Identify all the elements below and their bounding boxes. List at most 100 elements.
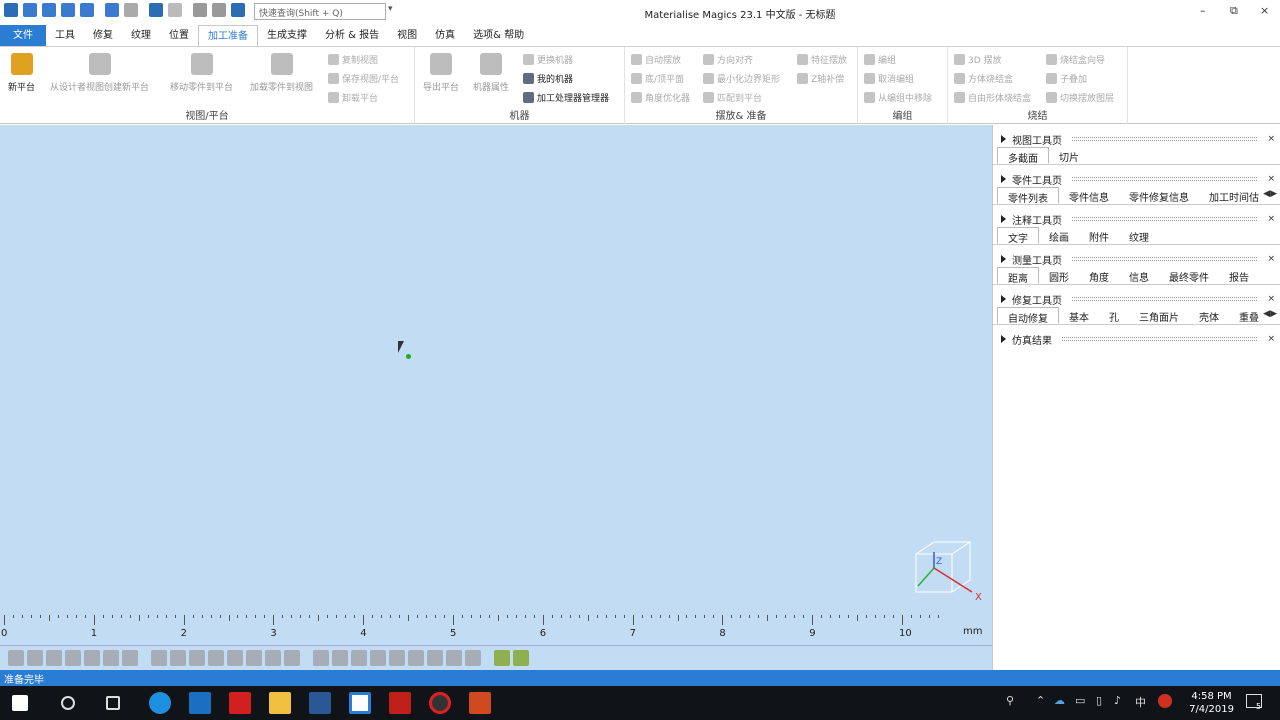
render-a-icon[interactable] bbox=[494, 650, 510, 666]
tray-expand-icon[interactable]: ⌃ bbox=[1036, 694, 1045, 707]
view-front-icon[interactable] bbox=[103, 650, 119, 666]
auto-place-button[interactable]: 自动摆放 bbox=[631, 53, 681, 66]
switch-layer-button[interactable]: 切换摆放图层 bbox=[1046, 91, 1114, 104]
task-view-icon[interactable] bbox=[106, 696, 120, 710]
group-button[interactable]: 编组 bbox=[864, 53, 896, 66]
part-icon[interactable] bbox=[193, 3, 207, 17]
close-icon[interactable]: × bbox=[1267, 294, 1280, 304]
tab-distance[interactable]: 距离 bbox=[997, 267, 1039, 285]
scroll-tabs-icon[interactable]: ◀▶ bbox=[1263, 309, 1277, 319]
close-icon[interactable]: × bbox=[1267, 214, 1280, 224]
bottom-top-plane-button[interactable]: 底/顶平面 bbox=[631, 72, 684, 85]
tab-triangles[interactable]: 三角面片 bbox=[1129, 307, 1189, 324]
scroll-tabs-icon[interactable]: ◀▶ bbox=[1263, 189, 1277, 199]
change-machine-button[interactable]: 更换机器 bbox=[523, 53, 573, 66]
windows-start-icon[interactable] bbox=[12, 695, 28, 711]
new-platform-button[interactable]: 新平台 bbox=[8, 53, 35, 93]
move-to-platform-button[interactable]: 移动零件到平台 bbox=[170, 53, 233, 93]
restore-button[interactable]: ⧉ bbox=[1230, 4, 1238, 18]
people-icon[interactable]: ⚲ bbox=[1006, 694, 1014, 707]
tab-final-part[interactable]: 最终零件 bbox=[1159, 267, 1219, 284]
youdao-icon[interactable] bbox=[229, 692, 251, 714]
close-icon[interactable]: × bbox=[1267, 174, 1280, 184]
box-sinter-button[interactable]: 方体烧结盒 bbox=[954, 72, 1013, 85]
expand-icon[interactable] bbox=[1001, 135, 1006, 143]
search-dropdown-icon[interactable]: ▾ bbox=[388, 4, 393, 14]
mesh-b-icon[interactable] bbox=[351, 650, 367, 666]
save-icon[interactable] bbox=[61, 3, 75, 17]
copy-view-button[interactable]: 复制视图 bbox=[328, 53, 378, 66]
tab-part-info[interactable]: 零件信息 bbox=[1059, 187, 1119, 204]
create-from-designer-button[interactable]: 从设计者视图创建新平台 bbox=[50, 53, 149, 93]
mesh-g-icon[interactable] bbox=[446, 650, 462, 666]
file-explorer-icon[interactable] bbox=[269, 692, 291, 714]
save-as-icon[interactable] bbox=[80, 3, 94, 17]
redo-icon[interactable] bbox=[168, 3, 182, 17]
tab-simulation[interactable]: 仿真 bbox=[426, 25, 464, 46]
mesh-d-icon[interactable] bbox=[389, 650, 405, 666]
minimize-button[interactable]: – bbox=[1200, 4, 1206, 17]
powerpoint-icon[interactable] bbox=[469, 692, 491, 714]
acrobat-icon[interactable] bbox=[389, 692, 411, 714]
zoom-window-icon[interactable] bbox=[27, 650, 43, 666]
tab-build-time[interactable]: 加工时间估 bbox=[1199, 187, 1269, 204]
expand-icon[interactable] bbox=[1001, 295, 1006, 303]
mesh-c-icon[interactable] bbox=[370, 650, 386, 666]
close-button[interactable]: × bbox=[1260, 4, 1269, 17]
onedrive-icon[interactable]: ☁ bbox=[1054, 694, 1065, 707]
ime-indicator[interactable]: 中 bbox=[1135, 694, 1146, 710]
match-platform-button[interactable]: 匹配到平台 bbox=[703, 91, 762, 104]
render-b-icon[interactable] bbox=[513, 650, 529, 666]
tab-options-help[interactable]: 选项& 帮助 bbox=[464, 25, 533, 46]
tab-angle[interactable]: 角度 bbox=[1079, 267, 1119, 284]
import-icon[interactable] bbox=[105, 3, 119, 17]
section-header[interactable]: 零件工具页 × bbox=[993, 171, 1280, 187]
tab-analysis[interactable]: 分析 & 报告 bbox=[316, 25, 388, 46]
tab-slice[interactable]: 切片 bbox=[1049, 147, 1089, 164]
search-tool-icon[interactable] bbox=[231, 3, 245, 17]
platform-icon[interactable] bbox=[212, 3, 226, 17]
section-header[interactable]: 测量工具页 × bbox=[993, 251, 1280, 267]
mesh-h-icon[interactable] bbox=[465, 650, 481, 666]
tab-drawing[interactable]: 绘画 bbox=[1039, 227, 1079, 244]
zoom-icon[interactable] bbox=[8, 650, 24, 666]
expand-icon[interactable] bbox=[1001, 175, 1006, 183]
tab-tools[interactable]: 工具 bbox=[46, 25, 84, 46]
ungroup-button[interactable]: 取消编组 bbox=[864, 72, 914, 85]
zoom-fit-icon[interactable] bbox=[65, 650, 81, 666]
rect-icon[interactable] bbox=[227, 650, 243, 666]
tab-report[interactable]: 报告 bbox=[1219, 267, 1259, 284]
mesh-e-icon[interactable] bbox=[408, 650, 424, 666]
shape-b-icon[interactable] bbox=[170, 650, 186, 666]
image-icon[interactable] bbox=[284, 650, 300, 666]
sogou-icon[interactable] bbox=[1158, 694, 1172, 708]
my-machines-button[interactable]: 我的机器 bbox=[523, 72, 573, 85]
processor-manager-button[interactable]: 加工处理器管理器 bbox=[523, 91, 609, 104]
machine-props-button[interactable]: 机器属性 bbox=[473, 53, 509, 93]
tab-view[interactable]: 视图 bbox=[388, 25, 426, 46]
min-bounding-box-button[interactable]: 最小化边界矩形 bbox=[703, 72, 780, 85]
recorder-icon[interactable] bbox=[429, 692, 451, 714]
tab-support[interactable]: 生成支撑 bbox=[258, 25, 316, 46]
freeform-sinter-button[interactable]: 自由形体烧结盒 bbox=[954, 91, 1031, 104]
view-box-icon[interactable] bbox=[122, 650, 138, 666]
close-icon[interactable]: × bbox=[1267, 134, 1280, 144]
3d-viewport[interactable] bbox=[0, 125, 992, 615]
tab-attachment[interactable]: 附件 bbox=[1079, 227, 1119, 244]
mesh-f-icon[interactable] bbox=[427, 650, 443, 666]
section-header[interactable]: 视图工具页 × bbox=[993, 131, 1280, 147]
tab-build-prep[interactable]: 加工准备 bbox=[198, 24, 258, 47]
volume-icon[interactable]: ♪ bbox=[1114, 694, 1121, 707]
triangle-a-icon[interactable] bbox=[151, 650, 167, 666]
unload-platform-button[interactable]: 卸载平台 bbox=[328, 91, 378, 104]
open-file-icon[interactable] bbox=[42, 3, 56, 17]
outlook-icon[interactable] bbox=[189, 692, 211, 714]
new-file-icon[interactable] bbox=[23, 3, 37, 17]
sinter-wizard-button[interactable]: 烧结盒向导 bbox=[1046, 53, 1105, 66]
tab-multi-section[interactable]: 多截面 bbox=[997, 147, 1049, 165]
tab-auto-fix[interactable]: 自动修复 bbox=[997, 307, 1059, 325]
tab-file[interactable]: 文件 bbox=[0, 25, 46, 46]
view-cube-icon[interactable] bbox=[84, 650, 100, 666]
expand-icon[interactable] bbox=[1001, 215, 1006, 223]
align-direction-button[interactable]: 方向对齐 bbox=[703, 53, 753, 66]
